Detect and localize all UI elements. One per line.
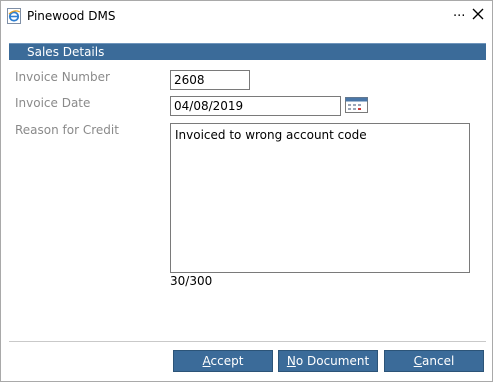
more-options-button[interactable]: ... (453, 5, 465, 20)
footer-divider (9, 341, 486, 342)
no-document-button[interactable]: No Document (278, 350, 378, 372)
close-icon[interactable] (470, 6, 486, 22)
app-icon (7, 8, 21, 24)
character-counter: 30/300 (170, 274, 213, 288)
window-title: Pinewood DMS (27, 9, 116, 23)
reason-textarea[interactable]: Invoiced to wrong account code (170, 123, 470, 273)
calendar-icon[interactable] (344, 96, 369, 114)
accept-accelerator: A (202, 354, 211, 368)
section-title: Sales Details (27, 45, 105, 59)
invoice-number-field[interactable]: 2608 (170, 70, 250, 90)
no-document-accelerator: N (286, 354, 296, 368)
cancel-accelerator: C (413, 354, 423, 368)
reason-label: Reason for Credit (15, 123, 119, 137)
cancel-label: ancel (422, 354, 455, 368)
no-document-label: o Document (295, 354, 370, 368)
invoice-date-field[interactable]: 04/08/2019 (170, 96, 341, 116)
cancel-button[interactable]: Cancel (384, 350, 484, 372)
title-bar: Pinewood DMS ... (1, 1, 492, 33)
section-header: Sales Details (9, 43, 486, 60)
accept-button[interactable]: Accept (173, 350, 273, 372)
dialog-window: Pinewood DMS ... Sales Details Invoice N… (0, 0, 493, 382)
invoice-number-label: Invoice Number (15, 70, 110, 84)
accept-label: ccept (210, 354, 244, 368)
invoice-date-label: Invoice Date (15, 96, 91, 110)
